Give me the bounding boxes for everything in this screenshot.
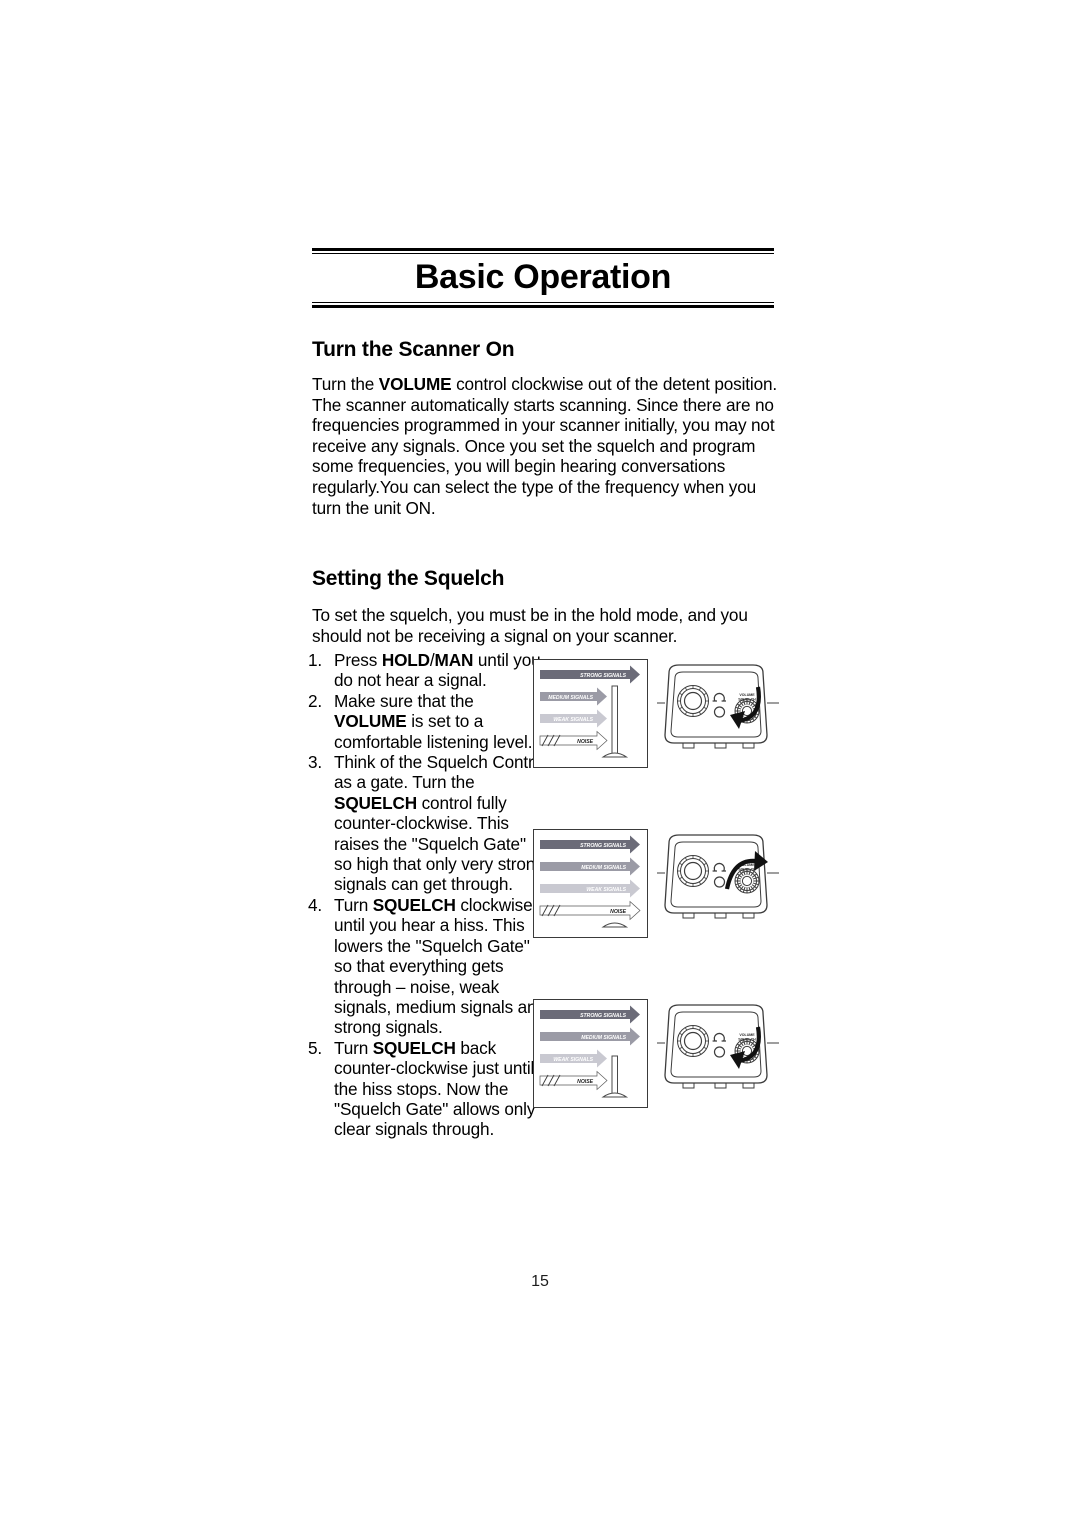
signal-arrow (539, 1070, 608, 1091)
signal-gate-diagram: STRONG SIGNALS MEDIUM SIGNALS WEAK SIGNALS… (533, 829, 648, 938)
signal-gate-svg: STRONG SIGNALS MEDIUM SIGNALS WEAK SIGNALS… (539, 835, 641, 928)
list-item: 5. Turn SQUELCH back counter-clockwise j… (308, 1038, 548, 1140)
scanner-foot (714, 1083, 727, 1089)
document-page: Basic Operation Turn the Scanner On Turn… (0, 0, 1080, 1528)
signal-arrow-label: WEAK SIGNALS (553, 717, 593, 723)
section-paragraph-turn-the-scanner-on: Turn the VOLUME control clockwise out of… (312, 374, 778, 518)
signal-gate-diagram: STRONG SIGNALS MEDIUM SIGNALS WEAK SIGNALS… (533, 999, 648, 1108)
list-item-text: Turn SQUELCH back counter-clockwise just… (334, 1037, 536, 1140)
signal-arrow-label: MEDIUM SIGNALS (548, 695, 593, 701)
signal-arrow-label: WEAK SIGNALS (586, 887, 626, 893)
scanner-foot (682, 1083, 695, 1089)
list-item: 2. Make sure that the VOLUME is set to a… (308, 691, 548, 752)
scanner-unit-svg: VOLUMESQUELCH (657, 664, 779, 749)
scanner-unit-svg: VOLUMESQUELCH (657, 834, 779, 919)
signal-arrow-label: STRONG SIGNALS (580, 1013, 626, 1019)
figure-squelch-gate-low: STRONG SIGNALS MEDIUM SIGNALS WEAK SIGNALS… (533, 829, 783, 941)
signal-arrow-label: STRONG SIGNALS (580, 673, 626, 679)
signal-arrow-label: NOISE (577, 1079, 593, 1085)
scanner-foot (742, 743, 755, 749)
scanner-front-panel-illustration: VOLUME SQUELCH (655, 829, 783, 936)
section-heading-setting-the-squelch: Setting the Squelch (312, 567, 505, 590)
list-item-number: 2. (308, 690, 323, 711)
scanner-foot (742, 913, 755, 919)
title-rule-bottom-thin (312, 301, 774, 303)
list-item: 1. Press HOLD/MAN until you do not hear … (308, 650, 548, 691)
signal-arrow-label: WEAK SIGNALS (553, 1057, 593, 1063)
title-rule-bottom-thick (312, 304, 774, 308)
figure-squelch-gate-high: STRONG SIGNALS MEDIUM SIGNALS WEAK SIGNALS… (533, 659, 783, 771)
signal-arrow-label: STRONG SIGNALS (580, 843, 626, 849)
squelch-steps-list: 1. Press HOLD/MAN until you do not hear … (308, 650, 548, 1140)
list-item-number: 3. (308, 752, 323, 773)
knob-label: VOLUME (739, 1033, 755, 1037)
list-item-text: Turn SQUELCH clockwise until you hear a … (334, 894, 546, 1038)
squelch-gate-post (611, 685, 618, 758)
page-title: Basic Operation (414, 258, 672, 296)
signal-arrow-label: MEDIUM SIGNALS (581, 865, 626, 871)
section-heading-turn-the-scanner-on: Turn the Scanner On (312, 338, 515, 361)
knob-label: VOLUME (739, 693, 755, 697)
knob-hub (741, 875, 753, 887)
signal-arrow-label: NOISE (577, 739, 593, 745)
list-item-text: Press HOLD/MAN until you do not hear a s… (334, 650, 541, 691)
list-item-number: 4. (308, 894, 323, 915)
figure-squelch-gate-medium: STRONG SIGNALS MEDIUM SIGNALS WEAK SIGNALS… (533, 999, 783, 1111)
list-item: 3. Think of the Squelch Control as a gat… (308, 752, 548, 895)
signal-arrow-label: NOISE (610, 909, 626, 915)
scanner-unit-svg: VOLUMESQUELCH (657, 1004, 779, 1089)
squelch-gate-base (601, 1092, 629, 1098)
section-paragraph-setting-the-squelch: To set the squelch, you must be in the h… (312, 605, 748, 646)
scanner-foot (682, 913, 695, 919)
list-item-number: 1. (308, 650, 323, 670)
knob-label: SQUELCH (738, 698, 756, 702)
list-item: 4. Turn SQUELCH clockwise until you hear… (308, 895, 548, 1038)
signal-gate-svg: STRONG SIGNALS MEDIUM SIGNALS WEAK SIGNALS… (539, 665, 640, 758)
chapter-title-block: Basic Operation (312, 248, 774, 308)
scanner-foot (682, 743, 695, 749)
scanner-foot (714, 743, 727, 749)
squelch-gate-post (611, 1055, 618, 1098)
title-rule-top-thick (312, 248, 774, 251)
scanner-front-panel-illustration: VOLUME SQUELCH (655, 659, 783, 766)
scanner-foot (714, 913, 727, 919)
scanner-front-panel-illustration: VOLUME SQUELCH (655, 999, 783, 1106)
signal-arrow (539, 730, 608, 751)
scanner-foot (742, 1083, 755, 1089)
knob-label: SQUELCH (738, 1038, 756, 1042)
knob-label: SQUELCH (738, 868, 756, 872)
squelch-gate-base (601, 922, 629, 928)
signal-arrow-label: MEDIUM SIGNALS (581, 1035, 626, 1041)
list-item-text: Think of the Squelch Control as a gate. … (334, 752, 547, 895)
signal-gate-diagram: STRONG SIGNALS MEDIUM SIGNALS WEAK SIGNALS… (533, 659, 648, 768)
signal-gate-svg: STRONG SIGNALS MEDIUM SIGNALS WEAK SIGNALS… (539, 1005, 640, 1098)
list-item-number: 5. (308, 1037, 323, 1058)
list-item-text: Make sure that the VOLUME is set to a co… (334, 690, 533, 752)
page-number: 15 (531, 1273, 549, 1290)
squelch-gate-base (601, 752, 629, 758)
